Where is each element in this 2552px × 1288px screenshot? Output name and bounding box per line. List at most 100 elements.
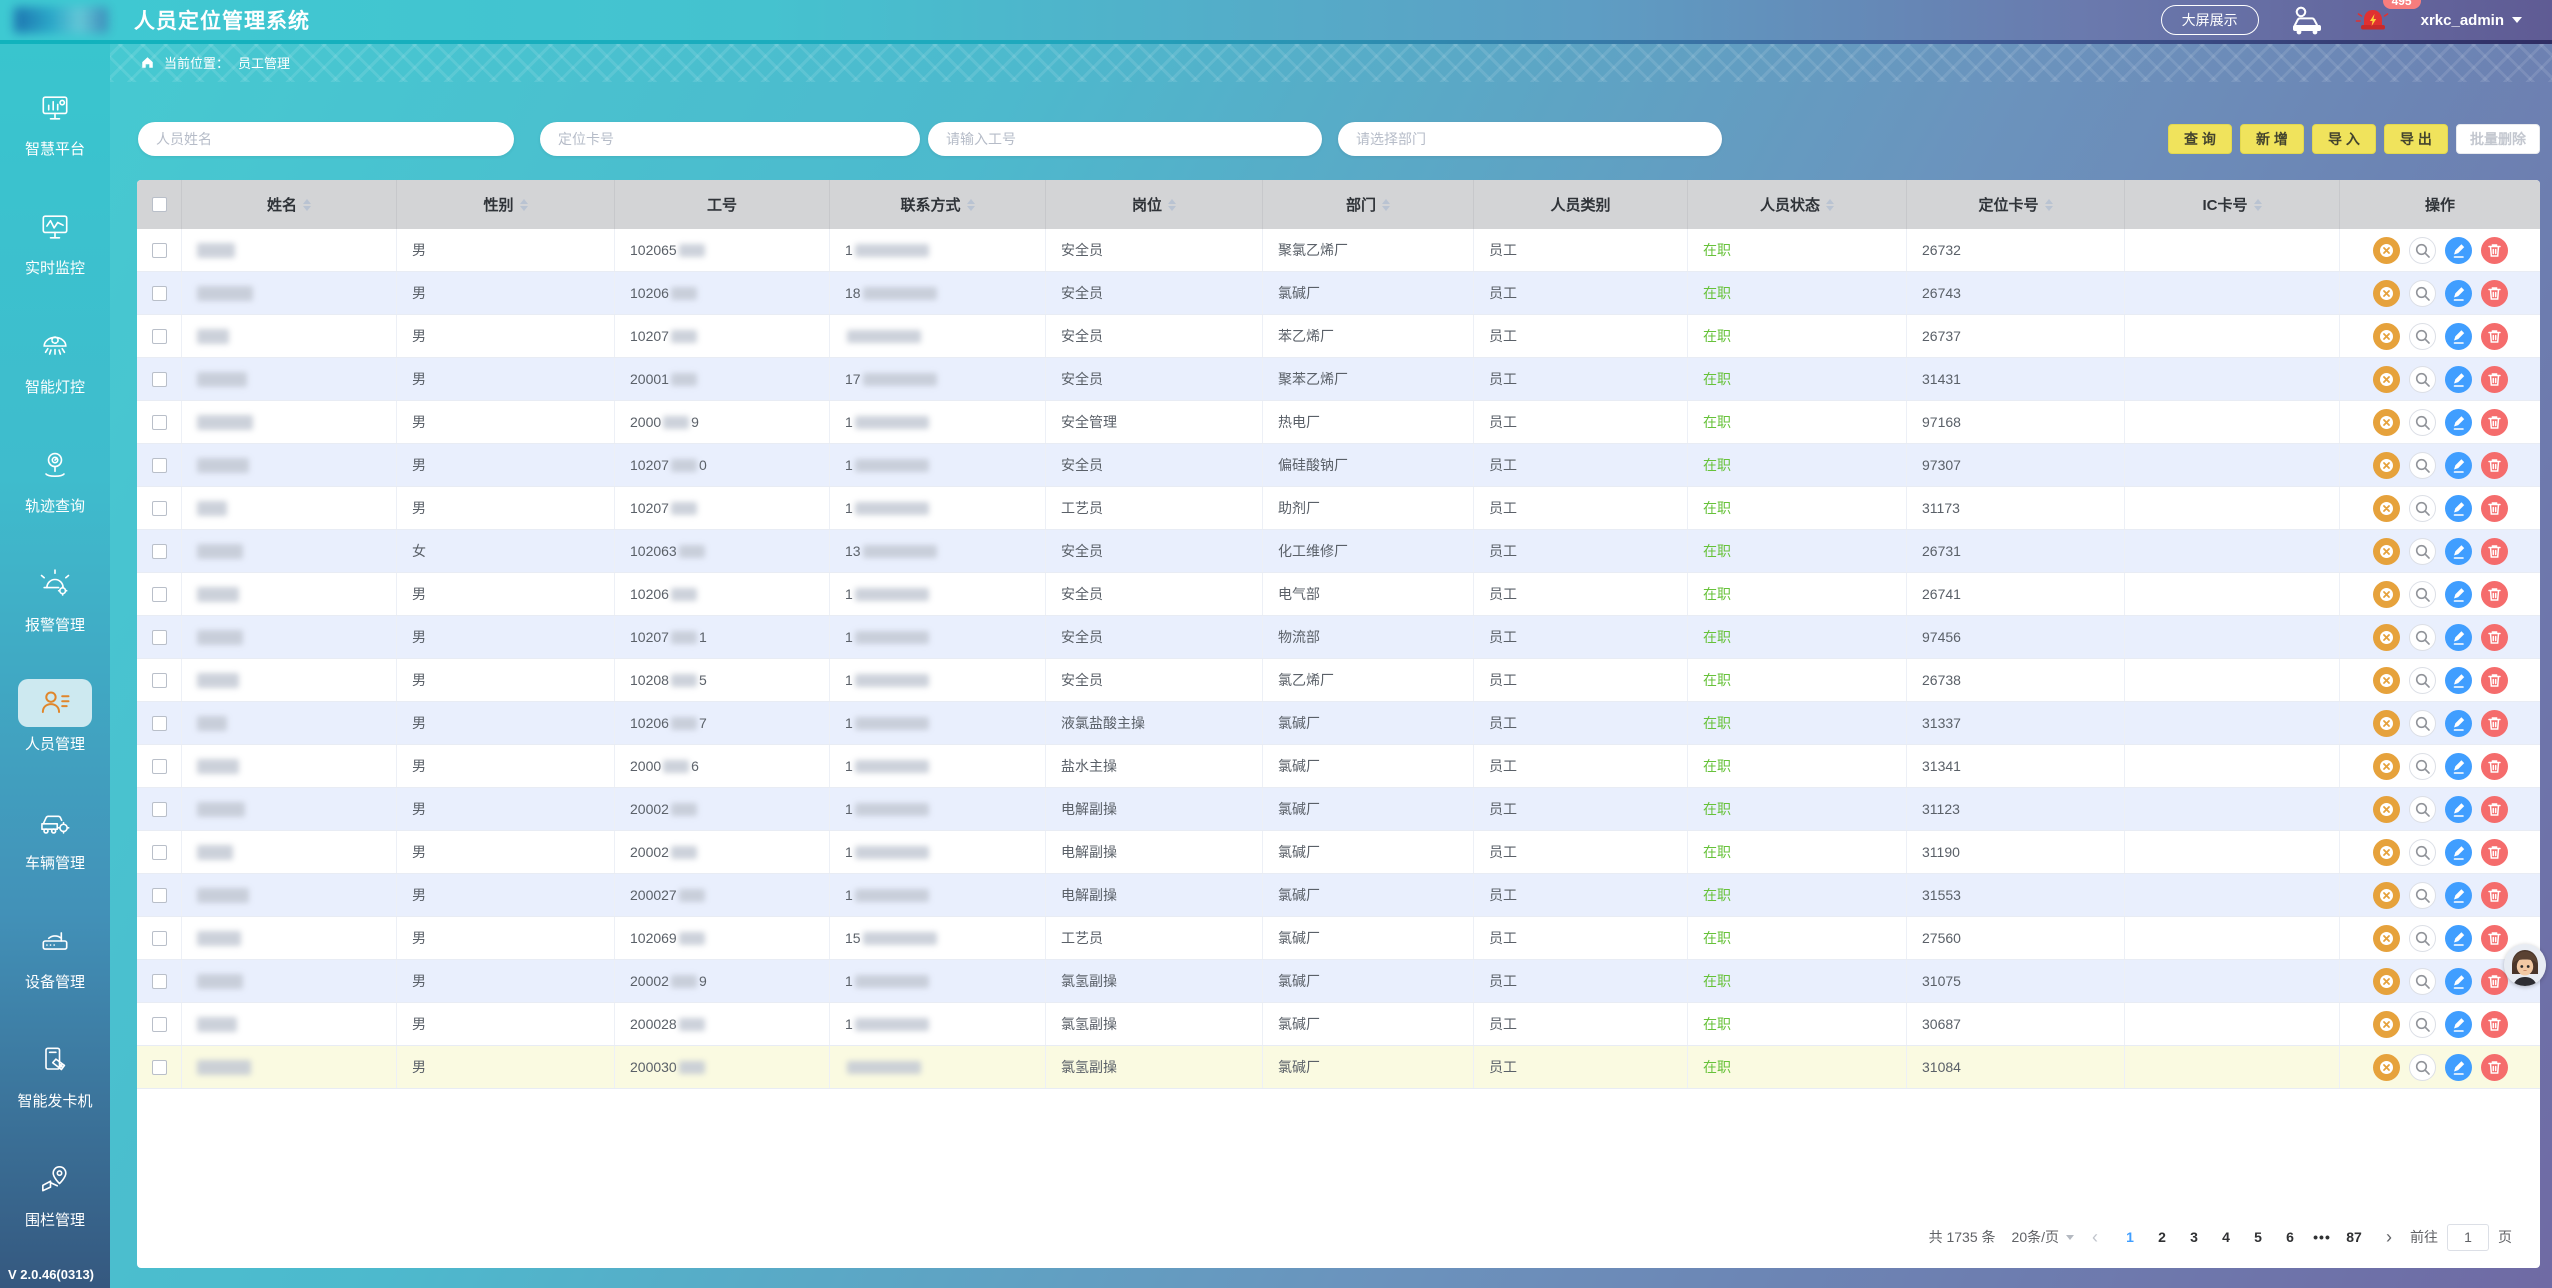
unbind-card-button[interactable] [2373, 753, 2400, 780]
view-detail-button[interactable] [2409, 538, 2436, 565]
sort-caret-icon[interactable] [303, 199, 311, 211]
delete-button[interactable] [2481, 925, 2508, 952]
view-detail-button[interactable] [2409, 796, 2436, 823]
next-page-button[interactable]: › [2384, 1228, 2394, 1246]
sort-caret-icon[interactable] [2254, 199, 2262, 211]
edit-button[interactable] [2445, 237, 2472, 264]
import-button[interactable]: 导 入 [2312, 124, 2376, 154]
sidebar-item-smart-platform[interactable]: 智慧平台 [17, 84, 92, 159]
column-header[interactable]: 岗位 [1046, 180, 1263, 229]
row-checkbox[interactable] [152, 501, 167, 516]
unbind-card-button[interactable] [2373, 1011, 2400, 1038]
page-number-button[interactable]: 5 [2244, 1223, 2272, 1251]
edit-button[interactable] [2445, 581, 2472, 608]
sort-caret-icon[interactable] [520, 199, 528, 211]
column-header[interactable]: 人员类别 [1474, 180, 1688, 229]
edit-button[interactable] [2445, 882, 2472, 909]
alarm-notification-icon[interactable]: 495 [2355, 5, 2391, 35]
row-checkbox[interactable] [152, 544, 167, 559]
edit-button[interactable] [2445, 538, 2472, 565]
edit-button[interactable] [2445, 366, 2472, 393]
view-detail-button[interactable] [2409, 882, 2436, 909]
big-screen-button[interactable]: 大屏展示 [2161, 5, 2259, 35]
view-detail-button[interactable] [2409, 925, 2436, 952]
sidebar-item-fence-manage[interactable]: 围栏管理 [17, 1155, 92, 1230]
delete-button[interactable] [2481, 452, 2508, 479]
row-checkbox[interactable] [152, 630, 167, 645]
unbind-card-button[interactable] [2373, 925, 2400, 952]
view-detail-button[interactable] [2409, 581, 2436, 608]
unbind-card-button[interactable] [2373, 237, 2400, 264]
delete-button[interactable] [2481, 667, 2508, 694]
unbind-card-button[interactable] [2373, 538, 2400, 565]
edit-button[interactable] [2445, 839, 2472, 866]
delete-button[interactable] [2481, 796, 2508, 823]
page-number-button[interactable]: 4 [2212, 1223, 2240, 1251]
delete-button[interactable] [2481, 753, 2508, 780]
edit-button[interactable] [2445, 753, 2472, 780]
search-button[interactable]: 查 询 [2168, 124, 2232, 154]
delete-button[interactable] [2481, 280, 2508, 307]
sidebar-item-alarm-manage[interactable]: 报警管理 [17, 560, 92, 635]
name-search-input[interactable] [138, 122, 514, 156]
column-header[interactable]: IC卡号 [2125, 180, 2340, 229]
edit-button[interactable] [2445, 710, 2472, 737]
goto-page-input[interactable] [2447, 1224, 2489, 1251]
department-select[interactable] [1338, 122, 1722, 156]
sidebar-item-vehicle-manage[interactable]: 车辆管理 [17, 798, 92, 873]
unbind-card-button[interactable] [2373, 796, 2400, 823]
row-checkbox[interactable] [152, 1017, 167, 1032]
edit-button[interactable] [2445, 1054, 2472, 1081]
column-header[interactable]: 部门 [1263, 180, 1474, 229]
edit-button[interactable] [2445, 495, 2472, 522]
delete-button[interactable] [2481, 882, 2508, 909]
row-checkbox[interactable] [152, 931, 167, 946]
delete-button[interactable] [2481, 366, 2508, 393]
sidebar-item-device-manage[interactable]: 设备管理 [17, 917, 92, 992]
unbind-card-button[interactable] [2373, 366, 2400, 393]
sidebar-item-card-machine[interactable]: 智能发卡机 [17, 1036, 92, 1111]
select-all-checkbox[interactable] [152, 197, 167, 212]
unbind-card-button[interactable] [2373, 581, 2400, 608]
column-header[interactable]: 人员状态 [1688, 180, 1907, 229]
column-header[interactable]: 姓名 [182, 180, 397, 229]
view-detail-button[interactable] [2409, 968, 2436, 995]
sidebar-item-realtime-monitor[interactable]: 实时监控 [17, 203, 92, 278]
unbind-card-button[interactable] [2373, 409, 2400, 436]
page-size-select[interactable]: 20条/页 [2012, 1227, 2074, 1247]
sort-caret-icon[interactable] [967, 199, 975, 211]
edit-button[interactable] [2445, 1011, 2472, 1038]
unbind-card-button[interactable] [2373, 667, 2400, 694]
delete-button[interactable] [2481, 581, 2508, 608]
batch-delete-button[interactable]: 批量删除 [2456, 124, 2540, 154]
delete-button[interactable] [2481, 538, 2508, 565]
view-detail-button[interactable] [2409, 366, 2436, 393]
view-detail-button[interactable] [2409, 839, 2436, 866]
delete-button[interactable] [2481, 1011, 2508, 1038]
row-checkbox[interactable] [152, 673, 167, 688]
row-checkbox[interactable] [152, 372, 167, 387]
unbind-card-button[interactable] [2373, 882, 2400, 909]
edit-button[interactable] [2445, 452, 2472, 479]
column-header[interactable]: 性别 [397, 180, 615, 229]
page-number-button[interactable]: 87 [2340, 1223, 2368, 1251]
page-number-button[interactable]: 6 [2276, 1223, 2304, 1251]
row-checkbox[interactable] [152, 329, 167, 344]
row-checkbox[interactable] [152, 974, 167, 989]
column-header[interactable]: 工号 [615, 180, 830, 229]
unbind-card-button[interactable] [2373, 495, 2400, 522]
view-detail-button[interactable] [2409, 323, 2436, 350]
edit-button[interactable] [2445, 624, 2472, 651]
sidebar-item-smart-light[interactable]: 智能灯控 [17, 322, 92, 397]
view-detail-button[interactable] [2409, 710, 2436, 737]
view-detail-button[interactable] [2409, 495, 2436, 522]
delete-button[interactable] [2481, 710, 2508, 737]
view-detail-button[interactable] [2409, 452, 2436, 479]
job-number-input[interactable] [928, 122, 1322, 156]
unbind-card-button[interactable] [2373, 1054, 2400, 1081]
view-detail-button[interactable] [2409, 280, 2436, 307]
column-header[interactable]: 定位卡号 [1907, 180, 2125, 229]
delete-button[interactable] [2481, 1054, 2508, 1081]
unbind-card-button[interactable] [2373, 968, 2400, 995]
edit-button[interactable] [2445, 796, 2472, 823]
